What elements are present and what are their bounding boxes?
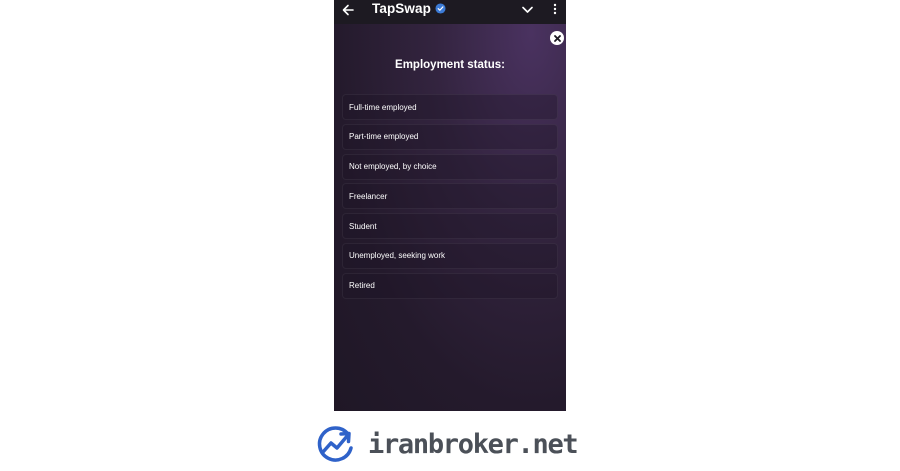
option-full-time[interactable]: Full-time employed	[342, 94, 558, 120]
more-menu-button[interactable]	[550, 1, 560, 17]
app-title: TapSwap	[372, 1, 431, 16]
option-student[interactable]: Student	[342, 213, 558, 240]
option-label: Freelancer	[349, 191, 388, 201]
option-label: Retired	[349, 281, 375, 291]
employment-options-list: Full-time employed Part-time employed No…	[342, 94, 558, 303]
option-label: Part-time employed	[349, 132, 419, 142]
option-freelancer[interactable]: Freelancer	[342, 183, 558, 210]
option-label: Full-time employed	[349, 102, 417, 112]
option-part-time[interactable]: Part-time employed	[342, 123, 558, 150]
watermark-text: iranbroker.net	[368, 428, 579, 460]
option-retired[interactable]: Retired	[342, 272, 558, 299]
top-bar: TapSwap	[334, 0, 566, 24]
arrow-left-icon	[342, 4, 354, 16]
chevron-down-icon	[521, 6, 533, 13]
option-label: Student	[349, 221, 377, 231]
option-not-employed[interactable]: Not employed, by choice	[342, 153, 558, 180]
option-label: Not employed, by choice	[349, 162, 437, 172]
dialog-heading: Employment status:	[395, 59, 505, 71]
close-icon	[553, 34, 561, 42]
close-button[interactable]	[550, 31, 564, 45]
watermark: iranbroker.net	[314, 424, 579, 464]
back-button[interactable]	[340, 2, 356, 18]
app-screen: TapSwap Employment status: Full-time emp…	[334, 0, 566, 411]
verified-badge-icon	[435, 3, 446, 14]
growth-chart-logo-icon	[317, 426, 353, 462]
app-title-group[interactable]: TapSwap	[372, 1, 446, 16]
option-label: Unemployed, seeking work	[349, 251, 446, 261]
option-unemployed[interactable]: Unemployed, seeking work	[342, 242, 558, 269]
more-vertical-icon	[553, 3, 557, 15]
collapse-button[interactable]	[520, 3, 534, 17]
